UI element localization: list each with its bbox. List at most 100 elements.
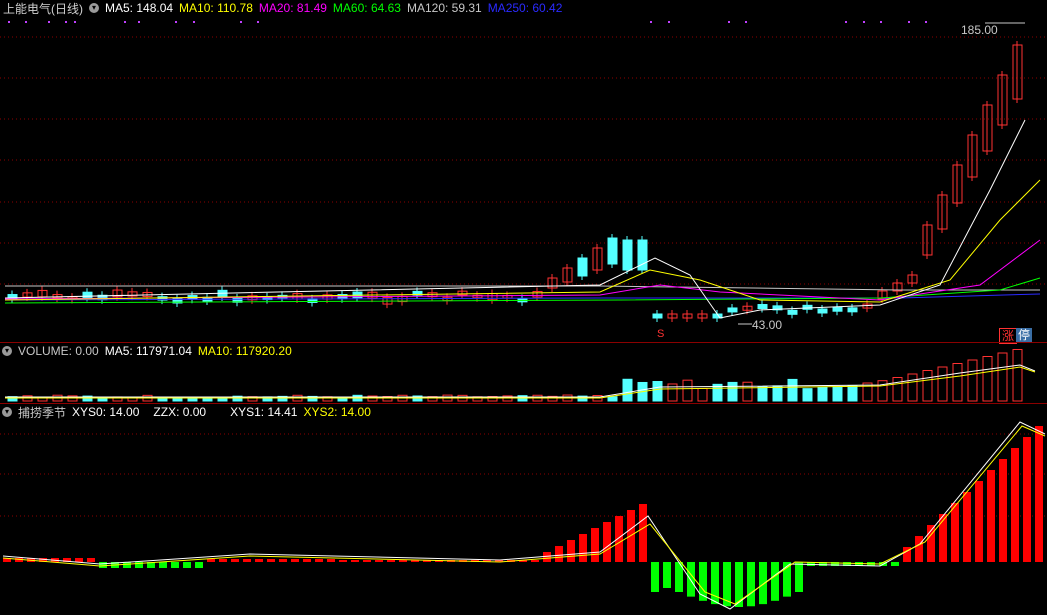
oscillator-bar	[975, 481, 983, 562]
marker-dot	[257, 21, 259, 23]
oscillator-bar	[183, 562, 191, 568]
volume-bar	[772, 385, 783, 402]
volume-bar	[832, 386, 843, 402]
oscillator-bar	[1011, 448, 1019, 562]
marker-dot	[728, 21, 730, 23]
marker-dot	[74, 21, 76, 23]
ma5-line	[4, 119, 1026, 319]
oscillator-bar	[243, 559, 251, 562]
volume-bar	[952, 363, 963, 402]
oscillator-bar	[999, 459, 1007, 562]
marker-dot	[863, 21, 865, 23]
oscillator-bar	[75, 558, 83, 562]
oscillator-bar	[279, 559, 287, 562]
oscillator-bar	[267, 559, 275, 562]
volume-bar	[907, 373, 918, 402]
oscillator-bar	[663, 562, 671, 588]
marker-dot	[908, 21, 910, 23]
marker-dot	[880, 21, 882, 23]
volume-bar	[967, 359, 978, 402]
volume-bar	[922, 370, 933, 402]
oscillator-bar	[303, 559, 311, 562]
oscillator-bar	[771, 562, 779, 601]
volume-bar	[742, 381, 753, 402]
volume-bar	[622, 378, 633, 402]
oscillator-bar	[711, 562, 719, 605]
candle-body	[757, 304, 768, 310]
candle-body	[802, 304, 813, 310]
oscillator-bar	[1023, 437, 1031, 562]
volume-bar	[607, 396, 618, 402]
oscillator-bar	[255, 559, 263, 562]
price-panel[interactable]: 上能电气(日线) ▾ MA5: 148.04 MA10: 110.78 MA20…	[0, 0, 1047, 344]
oscillator-bar	[399, 560, 407, 562]
oscillator-bar	[579, 534, 587, 562]
oscillator-bar	[219, 559, 227, 562]
oscillator-bar	[759, 562, 767, 605]
oscillator-bar	[747, 562, 755, 607]
low-price-label: 43.00	[752, 318, 783, 332]
oscillator-bar	[963, 492, 971, 562]
oscillator-bar	[951, 503, 959, 562]
oscillator-chart[interactable]	[0, 404, 1047, 615]
candlestick-chart[interactable]	[0, 0, 1047, 342]
candle-body	[787, 309, 798, 315]
vol-ma10-line	[5, 366, 1036, 399]
marker-dot	[668, 21, 670, 23]
volume-bar	[982, 356, 993, 402]
oscillator-bar	[1035, 426, 1043, 562]
oscillator-bar	[651, 562, 659, 592]
oscillator-bar	[615, 516, 623, 562]
oscillator-bar	[99, 562, 107, 568]
volume-bar	[787, 378, 798, 402]
oscillator-bar	[231, 559, 239, 562]
volume-bar	[937, 366, 948, 402]
volume-bar	[1012, 349, 1023, 402]
oscillator-bar	[291, 559, 299, 562]
candle-body	[652, 313, 663, 319]
candle-body	[817, 308, 828, 314]
candle-body	[832, 306, 843, 312]
marker-dot	[745, 21, 747, 23]
volume-bar	[652, 380, 663, 402]
volume-bar	[757, 386, 768, 402]
volume-chart[interactable]	[0, 343, 1047, 403]
indicator-panel[interactable]: ▾ 捕捞季节 XYS0: 14.00 ZZX: 0.00 XYS1: 14.41…	[0, 404, 1047, 615]
marker-dot	[124, 21, 126, 23]
marker-dot	[65, 21, 67, 23]
marker-dot	[8, 21, 10, 23]
oscillator-bar	[375, 560, 383, 562]
oscillator-bar	[627, 510, 635, 562]
oscillator-bar	[327, 559, 335, 562]
xys2-line	[2, 425, 1046, 605]
oscillator-bar	[687, 562, 695, 597]
oscillator-bar	[543, 552, 551, 562]
volume-panel[interactable]: ▾ VOLUME: 0.00 MA5: 117971.04 MA10: 1179…	[0, 343, 1047, 403]
oscillator-bar	[915, 536, 923, 562]
marker-dot	[25, 21, 27, 23]
oscillator-bar	[207, 559, 215, 562]
oscillator-bar	[159, 562, 167, 568]
candle-body	[727, 307, 738, 313]
oscillator-bar	[891, 562, 899, 566]
volume-bar	[727, 381, 738, 402]
oscillator-bar	[987, 470, 995, 562]
limit-up-badge-ting: 停	[1016, 328, 1033, 342]
oscillator-bar	[795, 562, 803, 592]
marker-dot	[925, 21, 927, 23]
marker-dot	[650, 21, 652, 23]
oscillator-bar	[351, 560, 359, 562]
oscillator-bar	[123, 562, 131, 568]
oscillator-bar	[315, 559, 323, 562]
candle-body	[607, 237, 618, 265]
volume-bar	[817, 386, 828, 402]
oscillator-bar	[171, 562, 179, 568]
oscillator-bar	[639, 504, 647, 562]
marker-dot	[845, 21, 847, 23]
volume-bar	[697, 387, 708, 402]
oscillator-bar	[195, 562, 203, 568]
oscillator-bar	[603, 522, 611, 562]
marker-dot	[175, 21, 177, 23]
volume-bar	[802, 388, 813, 402]
oscillator-bar	[555, 546, 563, 562]
